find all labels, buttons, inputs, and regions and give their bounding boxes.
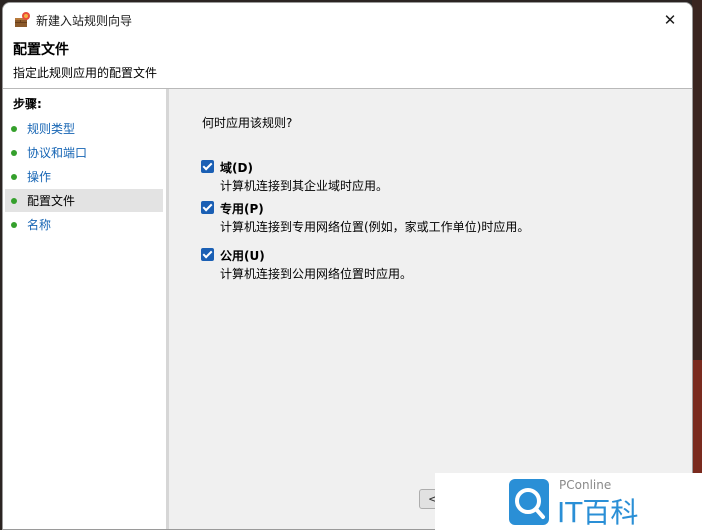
step-name[interactable]: 名称 <box>5 213 163 236</box>
step-label: 操作 <box>27 170 52 184</box>
steps-label: 步骤: <box>13 97 42 111</box>
title-bar[interactable]: 新建入站规则向导 ✕ <box>3 3 692 37</box>
question-label: 何时应用该规则? <box>202 116 293 130</box>
wizard-header: 配置文件 指定此规则应用的配置文件 <box>3 37 692 88</box>
private-checkbox[interactable] <box>201 201 214 214</box>
option-title: 专用(P) <box>220 202 264 216</box>
option-title: 公用(U) <box>220 249 265 263</box>
domain-checkbox[interactable] <box>201 160 214 173</box>
desktop-background <box>692 0 702 530</box>
step-action[interactable]: 操作 <box>5 165 163 188</box>
window-title: 新建入站规则向导 <box>36 14 133 28</box>
main-content: 何时应用该规则? 域(D) 计算机连接到其企业域时应用。 专用(P) 计算机连接… <box>169 89 692 529</box>
watermark-brand-text: IT百科 <box>557 496 639 529</box>
close-icon: ✕ <box>663 11 677 29</box>
option-description: 计算机连接到其企业域时应用。 <box>220 179 389 193</box>
close-button[interactable]: ✕ <box>648 3 692 37</box>
step-label: 协议和端口 <box>27 146 88 160</box>
green-dot-icon <box>11 149 17 156</box>
wizard-window: 新建入站规则向导 ✕ 配置文件 指定此规则应用的配置文件 步骤: 规则类型 协议… <box>2 2 693 530</box>
watermark-small-text: PConline <box>559 478 612 492</box>
desktop-background-band <box>692 360 702 490</box>
option-title: 域(D) <box>220 161 253 175</box>
step-profile[interactable]: 配置文件 <box>5 189 163 212</box>
page-subtitle: 指定此规则应用的配置文件 <box>13 66 158 80</box>
watermark: PConline IT百科 <box>435 473 702 530</box>
green-dot-icon <box>11 197 17 204</box>
step-protocol-ports[interactable]: 协议和端口 <box>5 141 163 164</box>
green-dot-icon <box>11 221 17 228</box>
step-label: 名称 <box>27 218 52 232</box>
step-rule-type[interactable]: 规则类型 <box>5 117 163 140</box>
green-dot-icon <box>11 125 17 132</box>
option-description: 计算机连接到公用网络位置时应用。 <box>220 267 413 281</box>
page-title: 配置文件 <box>13 42 69 58</box>
option-description: 计算机连接到专用网络位置(例如，家或工作单位)时应用。 <box>220 220 530 234</box>
public-checkbox[interactable] <box>201 248 214 261</box>
green-dot-icon <box>11 173 17 180</box>
steps-sidebar: 步骤: 规则类型 协议和端口 操作 配置文件 名称 <box>3 89 166 529</box>
firewall-wizard-icon <box>15 12 30 27</box>
step-label: 配置文件 <box>27 194 76 208</box>
step-label: 规则类型 <box>27 122 76 136</box>
pconline-logo-icon <box>509 479 549 525</box>
